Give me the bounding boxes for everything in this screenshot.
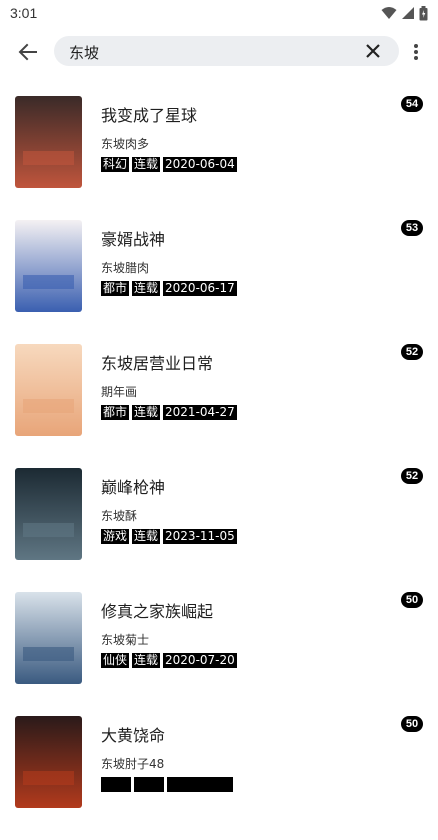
book-author: 期年画: [101, 385, 138, 399]
book-tags: 都市 连载 2021-04-27: [101, 405, 237, 420]
chapter-count-badge: 52: [401, 344, 423, 360]
book-tag: 2020-06-17: [163, 281, 237, 296]
book-list-item[interactable]: 大黄饶命东坡肘子48 50: [0, 716, 438, 840]
book-tags: 都市 连载 2020-06-17: [101, 281, 237, 296]
book-tags: 游戏 连载 2023-11-05: [101, 529, 237, 544]
status-icons: [381, 5, 428, 21]
book-author: 东坡肉多: [101, 137, 150, 151]
book-tag: [101, 777, 131, 792]
book-author: 东坡菊士: [101, 633, 150, 647]
book-author: 东坡酥: [101, 509, 138, 523]
book-tag: 2020-06-04: [163, 157, 237, 172]
book-tag: 连载: [132, 529, 161, 544]
book-tag: 2020-07-20: [163, 653, 237, 668]
book-tag: [134, 777, 164, 792]
book-list-item[interactable]: 修真之家族崛起东坡菊士仙侠 连载 2020-07-20 50: [0, 592, 438, 716]
book-tags: [101, 777, 233, 792]
book-list-item[interactable]: 我变成了星球东坡肉多科幻 连载 2020-06-04 54: [0, 96, 438, 220]
signal-icon: [402, 7, 414, 19]
chapter-count-badge: 53: [401, 220, 423, 236]
arrow-left-icon: [18, 43, 37, 61]
book-tag: 游戏: [101, 529, 130, 544]
book-list-item[interactable]: 巅峰枪神东坡酥游戏 连载 2023-11-05 52: [0, 468, 438, 592]
clear-search-button[interactable]: [363, 41, 383, 61]
book-tags: 仙侠 连载 2020-07-20: [101, 653, 237, 668]
battery-icon: [419, 5, 428, 20]
book-title: 豪婿战神: [101, 230, 166, 249]
book-tags: 科幻 连载 2020-06-04: [101, 157, 237, 172]
book-tag: 仙侠: [101, 653, 130, 668]
book-tag: 连载: [132, 281, 161, 296]
book-title: 大黄饶命: [101, 726, 166, 745]
search-field[interactable]: 东坡: [54, 36, 399, 66]
search-input[interactable]: 东坡: [69, 42, 99, 63]
book-tag: [167, 777, 233, 792]
book-title: 修真之家族崛起: [101, 602, 214, 621]
more-vert-icon: [414, 44, 418, 60]
book-cover-image: [15, 468, 82, 560]
book-tag: 2023-11-05: [163, 529, 237, 544]
book-tag: 科幻: [101, 157, 130, 172]
book-cover-image: [15, 716, 82, 808]
status-time: 3:01: [10, 5, 38, 21]
search-toolbar: 东坡: [0, 30, 438, 74]
book-list-item[interactable]: 豪婿战神东坡腊肉都市 连载 2020-06-17 53: [0, 220, 438, 344]
book-tag: 都市: [101, 405, 130, 420]
book-list-item[interactable]: 东坡居营业日常期年画都市 连载 2021-04-27 52: [0, 344, 438, 468]
chapter-count-badge: 52: [401, 468, 423, 484]
book-result-list: 我变成了星球 东坡肉多 科幻 连载 2020-06-04 54 豪婿战神 东坡腊肉 都市 连载 20…: [0, 96, 438, 840]
book-cover-image: [15, 96, 82, 188]
chapter-count-badge: 50: [401, 716, 423, 732]
book-title: 巅峰枪神: [101, 478, 166, 497]
book-tag: 连载: [132, 157, 161, 172]
book-author: 东坡腊肉: [101, 261, 150, 275]
book-cover-image: [15, 344, 82, 436]
book-tag: 都市: [101, 281, 130, 296]
book-tag: 连载: [132, 653, 161, 668]
book-tag: 2021-04-27: [163, 405, 237, 420]
chapter-count-badge: 54: [401, 96, 423, 112]
book-cover-image: [15, 220, 82, 312]
wifi-icon: [381, 7, 397, 19]
book-tag: 连载: [132, 405, 161, 420]
book-author: 东坡肘子48: [101, 757, 165, 771]
chapter-count-badge: 50: [401, 592, 423, 608]
more-options-button[interactable]: [406, 38, 426, 66]
book-title: 我变成了星球: [101, 106, 198, 125]
status-bar: 3:01: [0, 0, 438, 26]
back-button[interactable]: [10, 34, 46, 70]
book-title: 东坡居营业日常: [101, 354, 214, 373]
close-icon: [366, 44, 380, 58]
book-cover-image: [15, 592, 82, 684]
